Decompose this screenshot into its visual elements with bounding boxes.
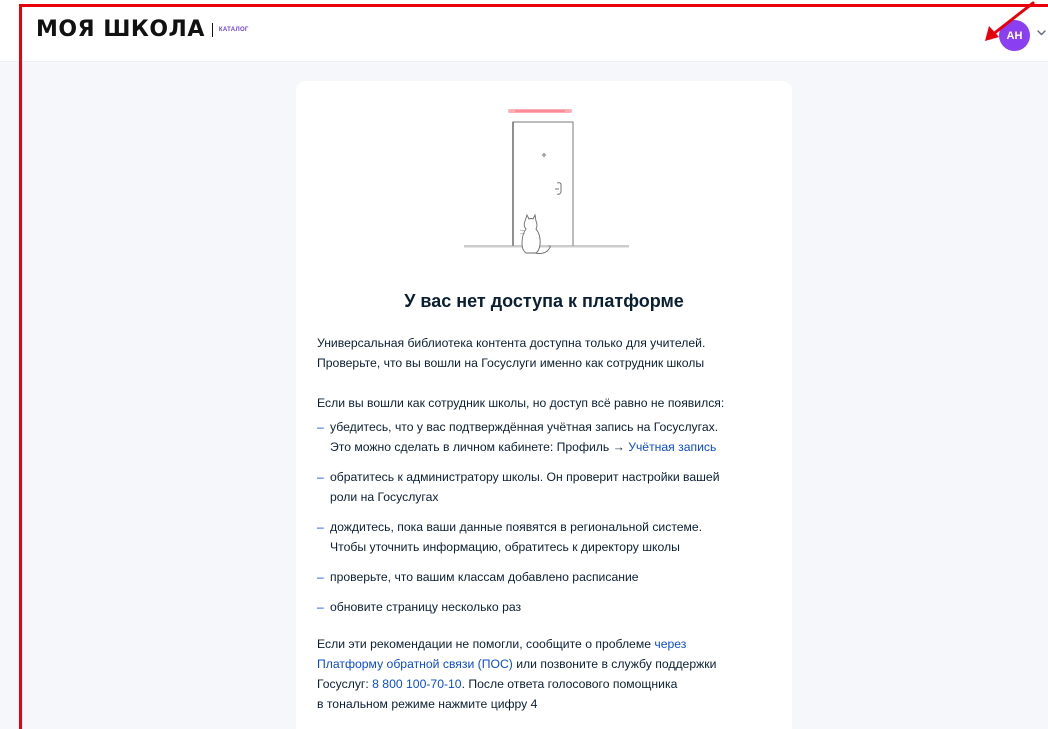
list-item-line: Чтобы уточнить информацию, обратитесь к … [330, 540, 680, 554]
user-avatar[interactable]: АН [999, 20, 1030, 51]
feedback-platform-link-cont[interactable]: Платформу обратной связи (ПОС) [317, 657, 513, 671]
list-dash: – [317, 420, 324, 434]
list-item-line: дождитесь, пока ваши данные появятся в р… [330, 520, 703, 534]
support-text-part: . После ответа голосового помощника [461, 677, 678, 691]
top-bar: МОЯ ШКОЛА КАТАЛОГ АН [0, 0, 1048, 62]
list-item: – обновите страницу несколько раз [317, 597, 787, 617]
list-item-line: проверьте, что вашим классам добавлено р… [330, 570, 639, 584]
door-cat-illustration [464, 109, 629, 254]
logo-text: МОЯ ШКОЛА [36, 17, 205, 42]
list-dash: – [317, 520, 324, 534]
condition-text: Если вы вошли как сотрудник школы, но до… [317, 396, 725, 410]
list-item: – обратитесь к администратору школы. Он … [317, 467, 787, 507]
account-link[interactable]: Учётная запись [628, 440, 716, 454]
list-item: – проверьте, что вашим классам добавлено… [317, 567, 787, 587]
support-text-part: Если эти рекомендации не помогли, сообщи… [317, 637, 655, 651]
support-phone-link[interactable]: 8 800 100-70-10 [372, 677, 461, 691]
list-item: – дождитесь, пока ваши данные появятся в… [317, 517, 787, 557]
intro-text: Универсальная библиотека контента доступ… [317, 333, 777, 373]
page-title: У вас нет доступа к платформе [404, 291, 684, 311]
recommendations-list: – убедитесь, что у вас подтверждённая уч… [317, 417, 787, 627]
support-text: Если эти рекомендации не помогли, сообщи… [317, 634, 777, 714]
list-item-line: Это можно сделать в личном кабинете: Про… [330, 437, 787, 457]
list-dash: – [317, 600, 324, 614]
support-text-part: Госуслуг: [317, 677, 373, 691]
logo-divider [211, 22, 213, 37]
list-dash: – [317, 570, 324, 584]
logo[interactable]: МОЯ ШКОЛА КАТАЛОГ [36, 17, 249, 42]
list-item-line: роли на Госуслугах [330, 490, 439, 504]
support-line-1: Если эти рекомендации не помогли, сообщи… [317, 634, 777, 654]
intro-line-1: Универсальная библиотека контента доступ… [317, 336, 706, 350]
chevron-down-icon[interactable] [1037, 30, 1046, 36]
logo-subtitle: КАТАЛОГ [218, 27, 249, 33]
support-line-4: в тональном режиме нажмите цифру 4 [317, 697, 538, 711]
list-item-line: обратитесь к администратору школы. Он пр… [330, 470, 720, 484]
list-item-line: обновите страницу несколько раз [330, 600, 522, 614]
list-dash: – [317, 470, 324, 484]
list-item-text: Это можно сделать в личном кабинете: Про… [330, 440, 629, 454]
support-text-part: или позвоните в службу поддержки [512, 657, 717, 671]
intro-line-2: Проверьте, что вы вошли на Госуслуги име… [317, 356, 705, 370]
support-line-2: Платформу обратной связи (ПОС) или позво… [317, 654, 777, 674]
list-item-line: убедитесь, что у вас подтверждённая учёт… [330, 420, 719, 434]
support-line-3: Госуслуг: 8 800 100-70-10. После ответа … [317, 674, 777, 694]
no-access-card: У вас нет доступа к платформе Универсаль… [296, 81, 792, 729]
list-item: – убедитесь, что у вас подтверждённая уч… [317, 417, 787, 457]
feedback-platform-link[interactable]: через [654, 637, 686, 651]
